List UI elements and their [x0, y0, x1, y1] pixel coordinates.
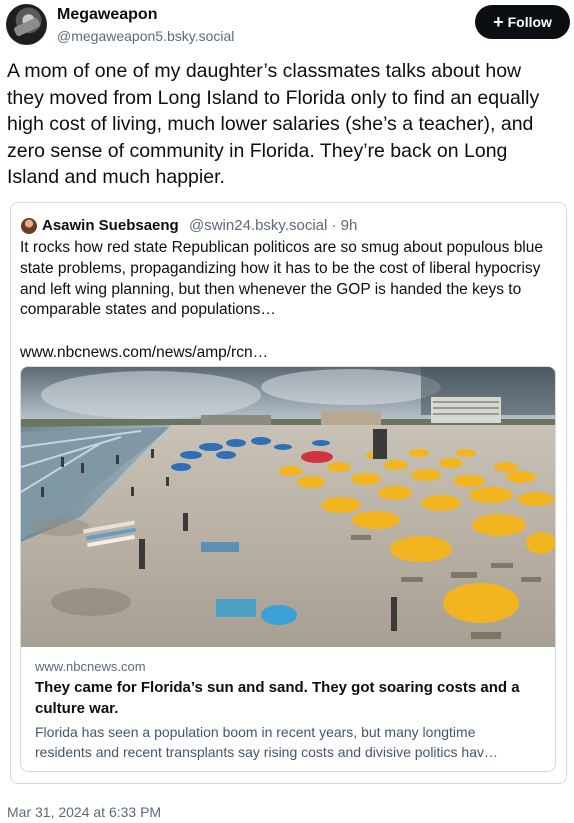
quote-author-meta: @swin24.bsky.social · 9h [189, 217, 358, 234]
link-card-description-line1: Florida has seen a population boom in re… [35, 724, 476, 740]
plus-icon: + [493, 12, 504, 32]
link-card-description-line2: residents and recent transplants say ris… [35, 743, 498, 760]
link-card-description: Florida has seen a population boom in re… [35, 723, 545, 762]
quoted-post[interactable]: Asawin Suebsaeng @swin24.bsky.social · 9… [10, 202, 567, 784]
link-card-domain: www.nbcnews.com [35, 659, 146, 674]
quote-author-name[interactable]: Asawin Suebsaeng [42, 217, 179, 234]
beach-photo [21, 367, 555, 647]
author-avatar[interactable] [6, 4, 47, 45]
post-timestamp[interactable]: Mar 31, 2024 at 6:33 PM [7, 804, 161, 820]
quote-author-avatar[interactable] [21, 218, 37, 234]
link-card-title: They came for Florida’s sun and sand. Th… [35, 679, 520, 717]
follow-button[interactable]: + Follow [475, 5, 570, 39]
author-handle[interactable]: @megaweapon5.bsky.social [57, 28, 234, 44]
follow-button-label: Follow [507, 14, 552, 30]
link-preview-card[interactable]: www.nbcnews.com They came for Florida’s … [20, 366, 556, 772]
author-display-name[interactable]: Megaweapon [57, 6, 157, 24]
post-text: A mom of one of my daughter’s classmates… [7, 60, 540, 188]
quote-text: It rocks how red state Republican politi… [20, 239, 543, 319]
quote-link[interactable]: www.nbcnews.com/news/amp/rcn… [20, 344, 268, 362]
